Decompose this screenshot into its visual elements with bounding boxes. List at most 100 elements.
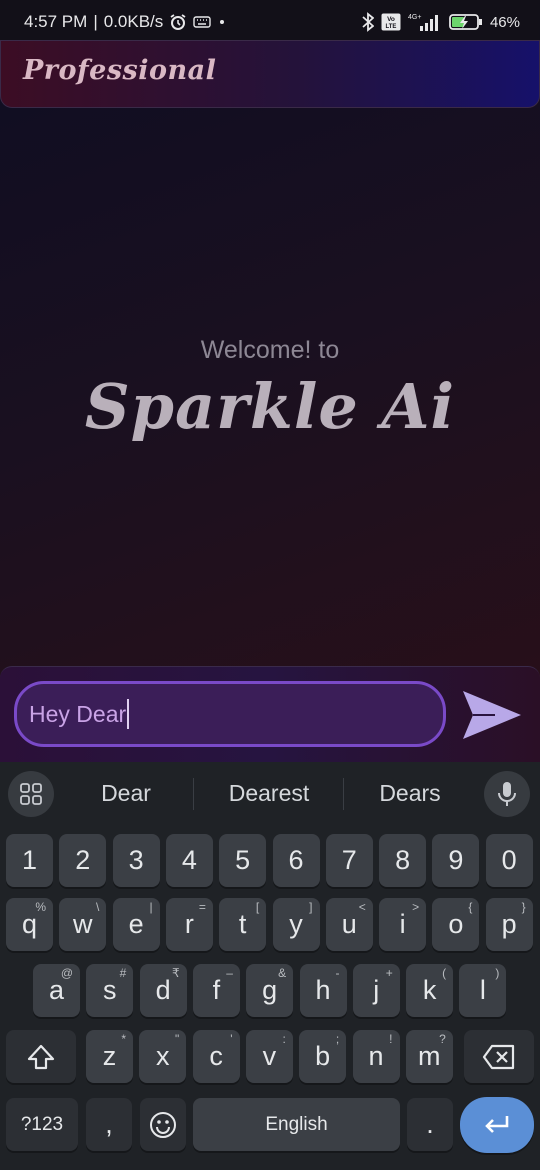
key-hint: = — [198, 900, 206, 914]
key-hint: - — [335, 966, 340, 980]
key-z[interactable]: z * — [86, 1030, 133, 1083]
key-hint: ) — [495, 966, 500, 980]
suggestion-strip: Dear Dearest Dears — [0, 762, 540, 826]
key-label: 3 — [128, 845, 144, 875]
key-hint: " — [175, 1032, 180, 1046]
shift-key[interactable] — [6, 1030, 76, 1083]
key-k[interactable]: k( — [406, 964, 454, 1017]
volte-icon: Vo LTE — [381, 13, 401, 31]
top-bar: Professional — [0, 40, 540, 108]
period-key[interactable]: . — [407, 1098, 453, 1151]
key-o[interactable]: o{ — [432, 898, 480, 951]
key-n[interactable]: n! — [352, 1030, 400, 1083]
key-u[interactable]: u < — [325, 898, 373, 951]
comma-key[interactable]: , — [86, 1098, 132, 1151]
key-1[interactable]: 1 — [6, 834, 53, 887]
key-f[interactable]: f – — [192, 964, 240, 1017]
key-hint: [ — [255, 900, 260, 914]
mode-title[interactable]: Professional — [23, 55, 216, 86]
key-6[interactable]: 6 — [272, 834, 320, 887]
suggestion-2[interactable]: Dearest — [200, 780, 338, 807]
key-x[interactable]: x " — [139, 1030, 187, 1083]
key-v[interactable]: v: — [245, 1030, 293, 1083]
key-h[interactable]: h- — [299, 964, 347, 1017]
key-label: o — [448, 909, 464, 939]
key-e[interactable]: e | — [112, 898, 160, 951]
key-label: v — [262, 1041, 277, 1071]
status-time: 4:57 PM — [24, 12, 88, 31]
signal-icon: 4G+ — [408, 12, 442, 32]
key-5[interactable]: 5 — [219, 834, 267, 887]
key-8[interactable]: 8 — [379, 834, 427, 887]
key-hint: > — [412, 900, 420, 914]
key-9[interactable]: 9 — [432, 834, 480, 887]
key-hint: ; — [335, 1032, 340, 1046]
key-hint: + — [385, 966, 393, 980]
message-input-text: Hey Dear — [29, 700, 127, 727]
key-label: j — [373, 975, 380, 1005]
svg-text:LTE: LTE — [386, 24, 397, 30]
key-label: c — [209, 1041, 223, 1071]
key-j[interactable]: j + — [352, 964, 400, 1017]
key-a[interactable]: a @ — [33, 964, 80, 1017]
key-s[interactable]: s # — [86, 964, 134, 1017]
key-label: z — [102, 1041, 117, 1071]
message-input[interactable]: Hey Dear — [14, 681, 446, 747]
key-label: i — [399, 909, 406, 939]
key-label: l — [479, 975, 486, 1005]
key-hint: @ — [60, 966, 73, 980]
key-b[interactable]: b; — [299, 1030, 347, 1083]
key-q[interactable]: q% — [6, 898, 53, 951]
key-3[interactable]: 3 — [112, 834, 160, 887]
symbols-key[interactable]: ?123 — [6, 1098, 78, 1151]
key-label: s — [103, 975, 117, 1005]
key-y[interactable]: y] — [272, 898, 320, 951]
chat-screen: Professional Welcome! to Sparkle Ai Hey … — [0, 40, 540, 762]
key-t[interactable]: t[ — [219, 898, 267, 951]
space-bar[interactable]: English — [193, 1098, 400, 1151]
voice-input-button[interactable] — [484, 771, 530, 817]
suggestion-3[interactable]: Dears — [350, 780, 470, 807]
key-label: g — [262, 975, 278, 1005]
key-2[interactable]: 2 — [59, 834, 107, 887]
key-label: 5 — [235, 845, 251, 875]
key-label: 6 — [288, 845, 304, 875]
key-hint: # — [119, 966, 127, 980]
key-label: 7 — [341, 845, 357, 875]
key-hint: \ — [95, 900, 100, 914]
key-hint: * — [121, 1032, 126, 1046]
emoji-key[interactable] — [140, 1098, 186, 1151]
keyboard-menu-button[interactable] — [8, 771, 54, 817]
key-hint: : — [282, 1032, 286, 1046]
keyboard-icon — [193, 16, 211, 28]
status-bar: 4:57 PM | 0.0KB/s Vo LTE 4G+ 46% — [0, 0, 540, 44]
key-label: n — [368, 1041, 384, 1071]
enter-key[interactable] — [460, 1097, 534, 1153]
key-label: 8 — [395, 845, 411, 875]
battery-charging-icon — [449, 13, 483, 31]
key-7[interactable]: 7 — [325, 834, 373, 887]
soft-keyboard: Dear Dearest Dears ?123 , English . 1 2 3 4… — [0, 762, 540, 1170]
key-w[interactable]: w \ — [59, 898, 107, 951]
key-g[interactable]: g & — [246, 964, 294, 1017]
key-label: 2 — [75, 845, 91, 875]
svg-text:4G+: 4G+ — [408, 14, 421, 21]
key-0[interactable]: 0 — [485, 834, 533, 887]
suggestion-1[interactable]: Dear — [66, 780, 186, 807]
key-r[interactable]: r = — [165, 898, 213, 951]
bluetooth-icon — [362, 12, 374, 32]
key-p[interactable]: p} — [485, 898, 533, 951]
key-label: w — [73, 909, 93, 939]
key-m[interactable]: m? — [405, 1030, 453, 1083]
backspace-key[interactable] — [464, 1030, 534, 1083]
key-i[interactable]: i > — [379, 898, 427, 951]
key-4[interactable]: 4 — [165, 834, 213, 887]
send-button[interactable] — [460, 687, 524, 743]
key-c[interactable]: c ' — [192, 1030, 240, 1083]
key-hint: | — [149, 900, 153, 914]
key-d[interactable]: d ₹ — [139, 964, 187, 1017]
key-label: p — [501, 909, 517, 939]
key-label: e — [128, 909, 144, 939]
key-l[interactable]: l) — [459, 964, 507, 1017]
key-label: t — [238, 909, 247, 939]
